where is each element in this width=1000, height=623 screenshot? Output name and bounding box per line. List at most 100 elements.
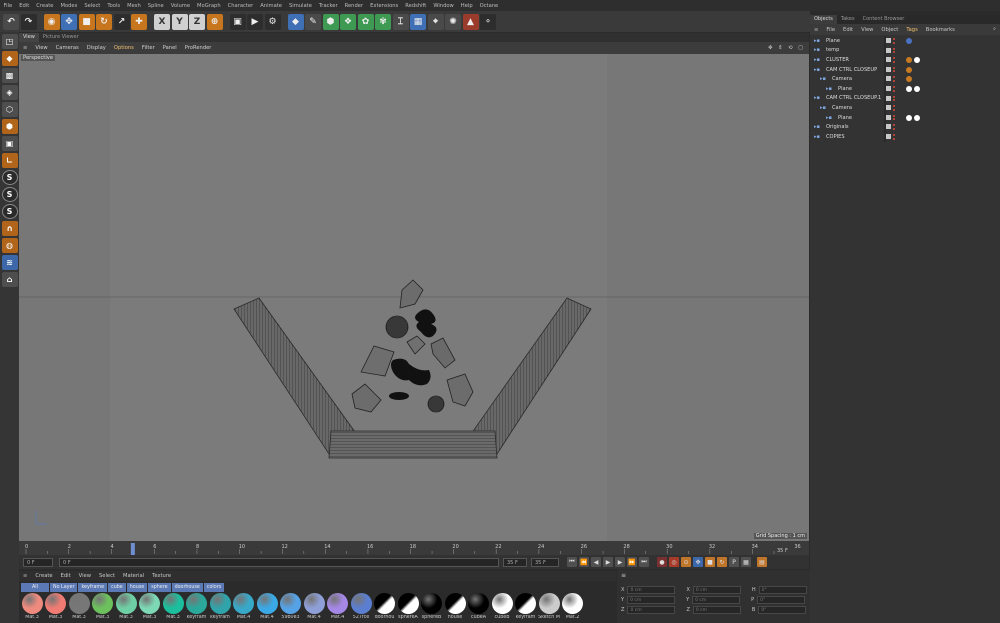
material-swatch[interactable]: 59b0e3 xyxy=(280,593,302,623)
render-visibility-dot[interactable] xyxy=(893,137,895,140)
scale-key-icon[interactable]: ■ xyxy=(705,557,715,567)
hamburger-icon[interactable]: ≡ xyxy=(810,27,822,33)
pla-key-icon[interactable]: ▦ xyxy=(741,557,751,567)
object-tag-icon[interactable] xyxy=(914,56,920,63)
start-frame-field[interactable]: 0 F xyxy=(23,557,53,567)
objmenu-tags[interactable]: Tags xyxy=(902,27,921,33)
menu-character[interactable]: Character xyxy=(224,3,257,9)
material-swatch[interactable]: cubeA xyxy=(468,593,490,623)
deformer-icon[interactable]: ⌶ xyxy=(392,13,409,30)
tab-objects[interactable]: Objects xyxy=(810,15,837,24)
object-row[interactable]: ▸▪ CAM CTRL CLOSEUP xyxy=(810,64,1000,75)
render-visibility-dot[interactable] xyxy=(893,70,895,73)
end-frame-field[interactable]: 35 F xyxy=(503,557,527,567)
light-icon[interactable]: ✺ xyxy=(445,13,461,30)
object-type-icon[interactable]: ▸▪ xyxy=(820,76,826,82)
object-type-icon[interactable]: ▸▪ xyxy=(820,105,826,111)
axis-mode-icon[interactable]: ∟ xyxy=(1,153,18,168)
material-swatch[interactable]: Mat.2 xyxy=(562,593,584,623)
next-key-icon[interactable]: ⏩ xyxy=(627,557,637,567)
material-swatch[interactable]: Mat.3 xyxy=(162,593,184,623)
object-row[interactable]: ▸▪ Plane xyxy=(810,36,1000,46)
object-type-icon[interactable]: ▸▪ xyxy=(814,38,820,44)
model-mode-icon[interactable]: ◆ xyxy=(1,51,18,66)
render-visibility-dot[interactable] xyxy=(893,60,895,63)
workplane-icon[interactable]: ◈ xyxy=(1,85,18,100)
size-y-field[interactable]: 0 cm xyxy=(692,596,741,604)
viewmenu-view[interactable]: View xyxy=(31,45,51,51)
objmenu-edit[interactable]: Edit xyxy=(839,27,857,33)
snap-icon-3[interactable]: S xyxy=(1,204,18,219)
render-visibility-dot[interactable] xyxy=(893,118,895,121)
object-row[interactable]: ▸▪ Plane xyxy=(810,84,1000,94)
subdivision-icon[interactable]: ⬢ xyxy=(322,13,339,30)
next-frame-icon[interactable]: ▶ xyxy=(615,557,625,567)
visibility-checkbox[interactable] xyxy=(886,134,891,139)
matmenu-select[interactable]: Select xyxy=(95,573,119,579)
y-axis-button[interactable]: Y xyxy=(171,13,188,30)
prev-key-icon[interactable]: ⏪ xyxy=(579,557,589,567)
object-row[interactable]: ▸▪ Originals xyxy=(810,122,1000,132)
material-swatch[interactable]: keyfram xyxy=(186,593,208,623)
visibility-checkbox[interactable] xyxy=(886,47,891,53)
mattab-sphere[interactable]: sphere xyxy=(148,583,171,592)
object-tag-icon[interactable] xyxy=(914,114,920,121)
pen-icon[interactable]: ✎ xyxy=(305,13,321,30)
current-frame-field[interactable]: 0 F xyxy=(59,557,499,567)
object-type-icon[interactable]: ▸▪ xyxy=(814,67,820,73)
render-visibility-dot[interactable] xyxy=(893,79,895,82)
menu-mesh[interactable]: Mesh xyxy=(124,3,145,9)
visibility-checkbox[interactable] xyxy=(886,66,891,72)
object-type-icon[interactable]: ▸▪ xyxy=(814,95,820,101)
search-icon[interactable]: ⌕ xyxy=(989,26,1000,33)
material-swatch[interactable]: Mat.3 xyxy=(139,593,161,623)
material-swatch[interactable]: keyfram xyxy=(209,593,231,623)
menu-tools[interactable]: Tools xyxy=(104,3,124,9)
lock-icon[interactable]: ⌂ xyxy=(1,272,18,287)
material-swatch[interactable]: house xyxy=(444,593,466,623)
material-swatch[interactable]: Mat.3 xyxy=(21,593,43,623)
material-swatch[interactable]: Mat.4 xyxy=(233,593,255,623)
object-type-icon[interactable]: ▸▪ xyxy=(826,86,832,92)
menu-window[interactable]: Window xyxy=(430,3,457,9)
menu-animate[interactable]: Animate xyxy=(257,3,286,9)
tab-content-browser[interactable]: Content Browser xyxy=(859,15,909,24)
menu-edit[interactable]: Edit xyxy=(16,3,33,9)
material-swatch[interactable]: Mat.4 xyxy=(303,593,325,623)
prev-frame-icon[interactable]: ◀ xyxy=(591,557,601,567)
z-axis-button[interactable]: Z xyxy=(189,13,205,30)
menu-extensions[interactable]: Extensions xyxy=(367,3,402,9)
add-icon[interactable]: ✚ xyxy=(131,13,147,30)
viewmenu-options[interactable]: Options xyxy=(110,45,138,51)
menu-file[interactable]: File xyxy=(0,3,16,9)
object-row[interactable]: ▸▪ temp xyxy=(810,45,1000,56)
render-picture-viewer-icon[interactable]: ▶ xyxy=(247,13,263,30)
go-to-start-icon[interactable]: ⏮ xyxy=(567,557,577,567)
render-visibility-dot[interactable] xyxy=(893,108,895,111)
editor-visibility-dot[interactable] xyxy=(893,76,895,79)
tab-takes[interactable]: Takes xyxy=(837,15,859,24)
menu-tracker[interactable]: Tracker xyxy=(315,3,341,9)
material-swatch[interactable]: Mat.4 xyxy=(256,593,278,623)
snap-icon-2[interactable]: S xyxy=(1,187,18,202)
viewmenu-display[interactable]: Display xyxy=(83,45,110,51)
render-visibility-dot[interactable] xyxy=(893,51,895,54)
hamburger-icon[interactable]: ≡ xyxy=(19,45,31,51)
material-swatch[interactable]: Mat.3 xyxy=(92,593,114,623)
hamburger-icon[interactable]: ≡ xyxy=(621,572,626,579)
visibility-checkbox[interactable] xyxy=(886,124,891,130)
polygons-mode-icon[interactable]: ▣ xyxy=(1,136,18,151)
material-swatch[interactable]: Mat.3 xyxy=(68,593,90,623)
mattab-doorhouse[interactable]: doorhouse xyxy=(171,583,203,592)
rot-b-field[interactable]: 0° xyxy=(758,606,807,614)
timeline-ruler[interactable]: 0 2 4 6 8 10 12 14 16 18 20 22 24 26 28 30 32 34 36 35 F xyxy=(19,541,809,555)
material-swatch[interactable]: Mat.4 xyxy=(327,593,349,623)
param-key-icon[interactable]: P xyxy=(729,557,739,567)
render-visibility-dot[interactable] xyxy=(893,41,895,44)
object-tag-icon[interactable] xyxy=(906,66,912,73)
editor-visibility-dot[interactable] xyxy=(893,105,895,108)
camera-icon[interactable]: ⌖ xyxy=(427,13,444,30)
render-view-icon[interactable]: ▣ xyxy=(229,13,246,30)
matmenu-texture[interactable]: Texture xyxy=(148,573,175,579)
cloner-icon[interactable]: ❖ xyxy=(340,13,356,30)
